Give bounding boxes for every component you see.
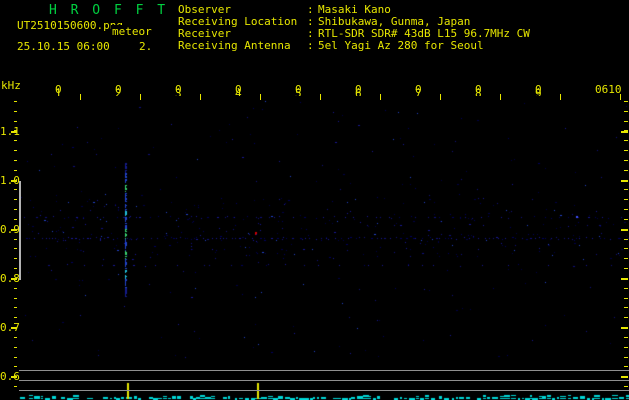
y-minor-tick-right	[624, 111, 628, 112]
echo-count: 2.	[139, 40, 152, 53]
x-tick-label: 0602	[115, 83, 122, 96]
y-minor-tick-left	[14, 298, 17, 299]
y-minor-tick-left	[14, 180, 17, 181]
panel-divider-line	[19, 390, 629, 391]
y-minor-tick-left	[14, 150, 17, 151]
y-minor-tick-left	[14, 121, 17, 122]
station-info-row: Receiving Antenna:5el Yagi Az 280 for Se…	[178, 40, 530, 52]
y-minor-tick-right	[624, 219, 628, 220]
y-major-tick-right	[621, 131, 628, 133]
y-minor-tick-right	[624, 366, 628, 367]
x-tick-label: 0608	[475, 83, 482, 96]
info-label: Receiving Antenna	[178, 40, 307, 52]
x-tick-label: 0603	[175, 83, 182, 96]
y-minor-tick-right	[624, 180, 628, 181]
x-minute-tick	[500, 94, 501, 100]
x-tick-label: 0606	[355, 83, 362, 96]
y-minor-tick-right	[624, 258, 628, 259]
output-filename: UT2510150600.png	[17, 19, 123, 32]
x-minute-tick	[320, 94, 321, 100]
x-minute-tick	[620, 94, 621, 100]
y-minor-tick-right	[624, 248, 628, 249]
info-colon: :	[307, 40, 318, 52]
x-minute-tick	[380, 94, 381, 100]
y-minor-tick-left	[14, 337, 17, 338]
x-tick-label: 0601	[55, 83, 62, 96]
y-minor-tick-right	[624, 150, 628, 151]
x-minute-tick	[560, 94, 561, 100]
y-minor-tick-left	[14, 239, 17, 240]
y-minor-tick-right	[624, 298, 628, 299]
y-minor-tick-right	[624, 376, 628, 377]
y-minor-tick-right	[624, 239, 628, 240]
y-minor-tick-right	[624, 268, 628, 269]
y-minor-tick-left	[14, 376, 17, 377]
freq-range-marker-bar	[19, 181, 21, 280]
observation-mode-label: meteor	[111, 25, 153, 38]
y-minor-tick-left	[14, 307, 17, 308]
y-minor-tick-right	[624, 327, 628, 328]
y-minor-tick-left	[14, 189, 17, 190]
y-minor-tick-right	[624, 317, 628, 318]
panel-divider-line	[19, 370, 629, 371]
y-minor-tick-right	[624, 199, 628, 200]
y-minor-tick-left	[14, 248, 17, 249]
y-minor-tick-left	[14, 386, 17, 387]
y-minor-tick-left	[14, 160, 17, 161]
observation-datetime: 25.10.15 06:00	[17, 40, 110, 53]
y-minor-tick-left	[14, 288, 17, 289]
y-minor-tick-right	[624, 140, 628, 141]
y-minor-tick-left	[14, 111, 17, 112]
x-minute-tick	[260, 94, 261, 100]
y-minor-tick-right	[624, 189, 628, 190]
y-minor-tick-right	[624, 278, 628, 279]
y-minor-tick-right	[624, 337, 628, 338]
y-minor-tick-right	[624, 130, 628, 131]
y-minor-tick-left	[14, 130, 17, 131]
y-minor-tick-right	[624, 229, 628, 230]
y-minor-tick-left	[14, 366, 17, 367]
y-minor-tick-left	[14, 357, 17, 358]
y-minor-tick-right	[624, 307, 628, 308]
y-minor-tick-left	[14, 268, 17, 269]
y-minor-tick-right	[624, 288, 628, 289]
station-info-table: Observer:Masaki KanoReceiving Location:S…	[178, 4, 530, 52]
x-tick-label: 0609	[535, 83, 542, 96]
spectrogram-canvas	[0, 0, 629, 400]
y-minor-tick-right	[624, 170, 628, 171]
y-minor-tick-left	[14, 327, 17, 328]
y-axis-unit-label: kHz	[1, 79, 21, 92]
x-tick-label: 0605	[295, 83, 302, 96]
panel-divider-line	[19, 380, 629, 381]
y-minor-tick-right	[624, 121, 628, 122]
y-minor-tick-left	[14, 140, 17, 141]
y-minor-tick-left	[14, 209, 17, 210]
x-tick-label: 0604	[235, 83, 242, 96]
info-value: 5el Yagi Az 280 for Seoul	[318, 40, 484, 52]
y-major-tick-left	[11, 131, 17, 133]
y-minor-tick-right	[624, 357, 628, 358]
x-minute-tick	[140, 94, 141, 100]
x-minute-tick	[80, 94, 81, 100]
y-minor-tick-left	[14, 317, 17, 318]
hrofft-output-screen: H R O F F T UT2510150600.png meteor 25.1…	[0, 0, 629, 400]
y-minor-tick-right	[624, 160, 628, 161]
y-minor-tick-left	[14, 199, 17, 200]
app-title: H R O F F T	[49, 3, 168, 18]
y-minor-tick-right	[624, 386, 628, 387]
y-minor-tick-left	[14, 170, 17, 171]
y-minor-tick-left	[14, 258, 17, 259]
y-minor-tick-right	[624, 347, 628, 348]
y-minor-tick-left	[14, 229, 17, 230]
x-minute-tick	[200, 94, 201, 100]
x-minute-tick	[440, 94, 441, 100]
y-minor-tick-left	[14, 219, 17, 220]
y-minor-tick-left	[14, 347, 17, 348]
x-tick-label: 0610	[595, 83, 622, 96]
y-minor-tick-left	[14, 278, 17, 279]
x-tick-label: 0607	[415, 83, 422, 96]
y-minor-tick-right	[624, 209, 628, 210]
y-minor-tick-left	[14, 101, 17, 102]
y-minor-tick-right	[624, 101, 628, 102]
